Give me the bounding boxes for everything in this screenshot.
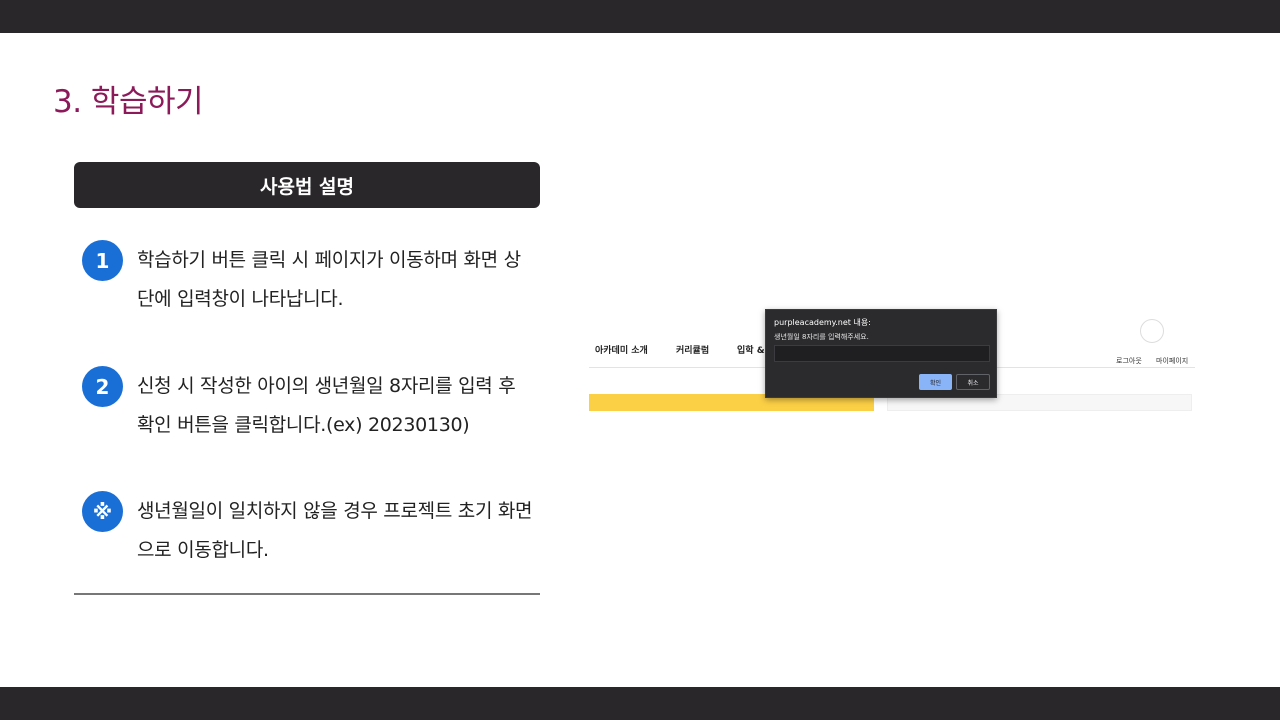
- step-text: 생년월일이 일치하지 않을 경우 프로젝트 초기 화면으로 이동합니다.: [137, 500, 533, 561]
- step-number-badge: 1: [82, 240, 123, 281]
- nav-item-academy[interactable]: 아카데미 소개: [595, 343, 648, 356]
- website-screenshot: 아카데미 소개 커리큘럼 입학 & 로그아웃 마이페이지 purpleacade…: [589, 308, 1195, 413]
- section-title: 3. 학습하기: [53, 84, 204, 120]
- prompt-dialog: purpleacademy.net 내용: 생년월일 8자리를 입력해주세요. …: [765, 309, 997, 398]
- guide-header: 사용법 설명: [74, 162, 540, 208]
- cancel-button[interactable]: 취소: [956, 374, 990, 390]
- logout-link[interactable]: 로그아웃: [1116, 356, 1142, 366]
- note-mark-badge: ※: [82, 491, 123, 532]
- step-text: 학습하기 버튼 클릭 시 페이지가 이동하며 화면 상단에 입력창이 나타납니다…: [137, 249, 521, 310]
- nav-item-curriculum[interactable]: 커리큘럼: [676, 343, 709, 356]
- birthdate-input[interactable]: [774, 345, 990, 362]
- divider: [74, 593, 540, 595]
- top-bar: [0, 0, 1280, 33]
- dialog-title: purpleacademy.net 내용:: [774, 318, 871, 327]
- step-number-badge: 2: [82, 366, 123, 407]
- profile-avatar[interactable]: [1140, 319, 1164, 343]
- nav-item-admission[interactable]: 입학 &: [737, 343, 765, 356]
- mypage-link[interactable]: 마이페이지: [1156, 356, 1188, 366]
- ok-button[interactable]: 확인: [919, 374, 952, 390]
- bottom-bar: [0, 687, 1280, 720]
- dialog-message: 생년월일 8자리를 입력해주세요.: [774, 333, 869, 341]
- step-text: 신청 시 작성한 아이의 생년월일 8자리를 입력 후 확인 버튼을 클릭합니다…: [137, 375, 516, 436]
